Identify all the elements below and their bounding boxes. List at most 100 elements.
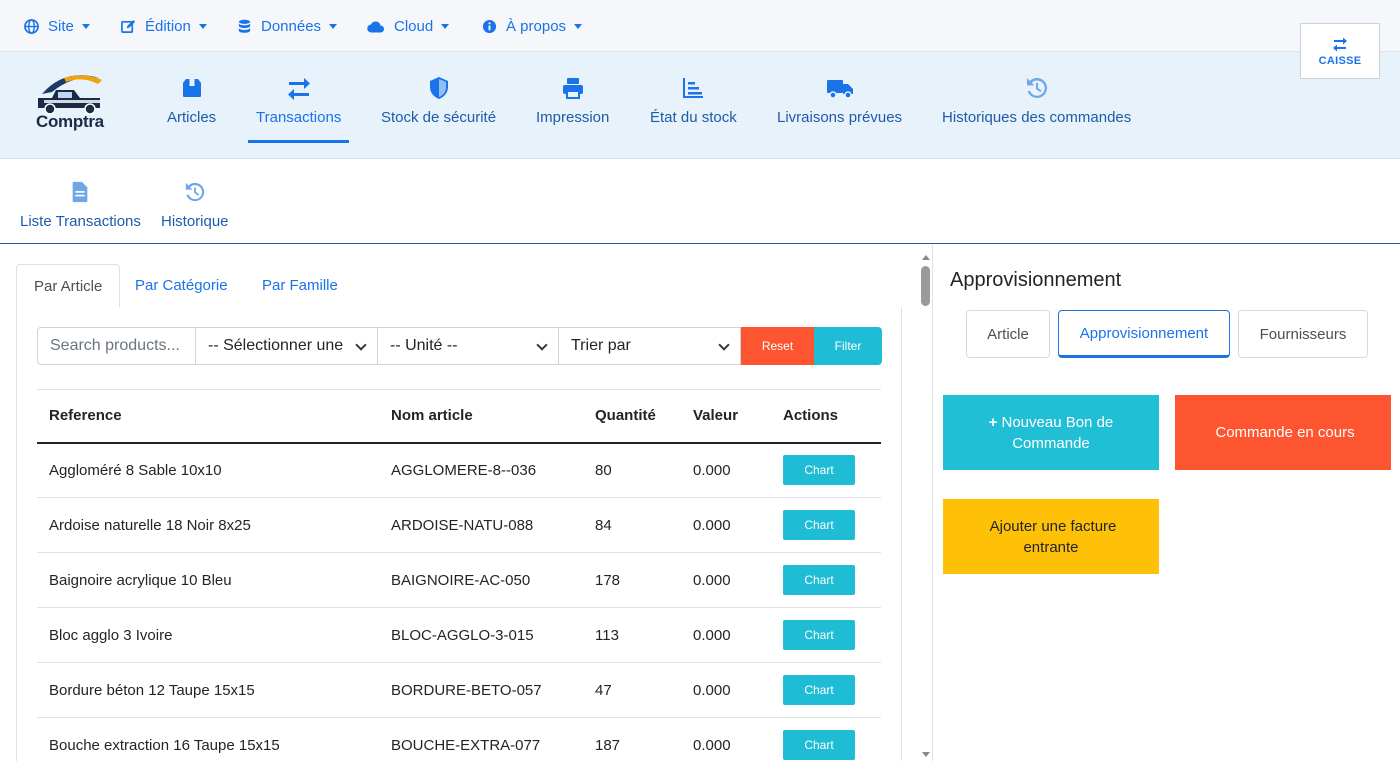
nav-articles-label: Articles bbox=[167, 109, 217, 126]
nav-transactions-label: Transactions bbox=[256, 109, 342, 126]
printer-icon bbox=[562, 78, 583, 99]
tab-par-categorie[interactable]: Par Catégorie bbox=[118, 264, 245, 308]
nav-stock-securite-label: Stock de sécurité bbox=[381, 109, 497, 126]
fournisseurs-button[interactable]: Fournisseurs bbox=[1238, 310, 1368, 358]
globe-icon bbox=[24, 18, 39, 34]
cell-nom-article: AGGLOMERE-8--036 bbox=[379, 442, 583, 498]
history-icon bbox=[1026, 77, 1047, 98]
tab-par-article[interactable]: Par Article bbox=[16, 264, 121, 308]
cell-quantite: 84 bbox=[583, 497, 681, 553]
menu-cloud-label: Cloud bbox=[394, 17, 434, 35]
category-select[interactable]: -- Sélectionner une bbox=[196, 327, 378, 365]
cell-actions: Chart bbox=[771, 717, 881, 761]
filter-bar: Search products... -- Sélectionner une -… bbox=[37, 327, 882, 365]
cell-reference: Ardoise naturelle 18 Noir 8x25 bbox=[37, 497, 379, 553]
cell-nom-article: BOUCHE-EXTRA-077 bbox=[379, 717, 583, 761]
cell-quantite: 80 bbox=[583, 442, 681, 498]
brand-name: Comptra bbox=[36, 112, 104, 131]
col-reference: Reference bbox=[37, 389, 379, 444]
chevron-down-icon bbox=[441, 23, 450, 29]
cell-valeur: 0.000 bbox=[681, 662, 771, 718]
nav-historiques-commandes[interactable]: Historiques des commandes bbox=[942, 76, 1131, 142]
menu-donnees-label: Données bbox=[261, 17, 322, 35]
cell-actions: Chart bbox=[771, 607, 881, 663]
commande-en-cours-label: Commande en cours bbox=[1215, 424, 1355, 441]
menu-site[interactable]: Site bbox=[24, 16, 90, 36]
menu-edition[interactable]: Édition bbox=[121, 16, 207, 36]
shield-icon bbox=[429, 77, 448, 99]
plus-icon: + bbox=[988, 413, 998, 431]
tab-content-card: Search products... -- Sélectionner une -… bbox=[16, 307, 902, 761]
menu-edition-label: Édition bbox=[145, 17, 191, 35]
transactions-panel: Par Article Par Catégorie Par Famille Se… bbox=[0, 245, 933, 761]
scrollbar[interactable] bbox=[919, 253, 932, 761]
history-icon bbox=[185, 182, 204, 202]
menu-apropos[interactable]: À propos bbox=[482, 16, 583, 36]
commande-en-cours-tile[interactable]: Commande en cours bbox=[1175, 395, 1391, 470]
sort-select[interactable]: Trier par bbox=[559, 327, 741, 365]
cell-nom-article: BLOC-AGGLO-3-015 bbox=[379, 607, 583, 663]
subnav-historique[interactable]: Historique bbox=[161, 181, 229, 230]
nav-etat-stock[interactable]: État du stock bbox=[650, 76, 737, 142]
ajouter-facture-tile[interactable]: Ajouter une facture entrante bbox=[943, 499, 1159, 574]
chevron-down-icon bbox=[329, 23, 338, 29]
exchange-icon bbox=[1333, 37, 1347, 51]
menu-cloud[interactable]: Cloud bbox=[367, 16, 450, 36]
nav-stock-securite[interactable]: Stock de sécurité bbox=[381, 76, 496, 142]
file-icon bbox=[73, 181, 88, 203]
approvisionnement-button[interactable]: Approvisionnement bbox=[1058, 310, 1230, 358]
cell-actions: Chart bbox=[771, 552, 881, 608]
chevron-down-icon bbox=[81, 23, 90, 29]
chart-button[interactable]: Chart bbox=[783, 565, 855, 595]
scroll-up-icon[interactable] bbox=[922, 255, 930, 260]
cell-quantite: 47 bbox=[583, 662, 681, 718]
cell-reference: Bloc agglo 3 Ivoire bbox=[37, 607, 379, 663]
cell-nom-article: BAIGNOIRE-AC-050 bbox=[379, 552, 583, 608]
nav-etat-stock-label: État du stock bbox=[650, 109, 737, 126]
nav-livraisons-label: Livraisons prévues bbox=[777, 109, 903, 126]
table-row: Bloc agglo 3 Ivoire BLOC-AGGLO-3-015 113 0.… bbox=[37, 607, 881, 663]
chevron-down-icon bbox=[574, 23, 583, 29]
subnav-liste-transactions[interactable]: Liste Transactions bbox=[20, 181, 141, 230]
menu-donnees[interactable]: Données bbox=[237, 16, 338, 36]
unit-select[interactable]: -- Unité -- bbox=[378, 327, 559, 365]
chart-button[interactable]: Chart bbox=[783, 510, 855, 540]
edit-icon bbox=[121, 19, 136, 33]
col-nom-article: Nom article bbox=[379, 389, 583, 444]
nav-articles[interactable]: Articles bbox=[167, 76, 216, 142]
cell-quantite: 187 bbox=[583, 717, 681, 761]
chart-button[interactable]: Chart bbox=[783, 455, 855, 486]
article-button[interactable]: Article bbox=[966, 310, 1050, 358]
cell-valeur: 0.000 bbox=[681, 607, 771, 663]
panel-title: Approvisionnement bbox=[950, 269, 1122, 291]
main-nav: Comptra Articles Transactions Stock de s… bbox=[0, 52, 1400, 159]
table-row: Baignoire acrylique 10 Bleu BAIGNOIRE-AC-… bbox=[37, 552, 881, 608]
table-row: Aggloméré 8 Sable 10x10 AGGLOMERE-8--036 8… bbox=[37, 442, 881, 498]
nav-impression[interactable]: Impression bbox=[536, 76, 609, 142]
chart-button[interactable]: Chart bbox=[783, 675, 855, 705]
nav-livraisons[interactable]: Livraisons prévues bbox=[777, 76, 902, 142]
cell-valeur: 0.000 bbox=[681, 552, 771, 608]
nav-historiques-commandes-label: Historiques des commandes bbox=[942, 109, 1132, 126]
caisse-button[interactable]: CAISSE bbox=[1300, 23, 1380, 79]
brand-logo[interactable]: Comptra bbox=[34, 72, 108, 134]
filter-button[interactable]: Filter bbox=[814, 327, 882, 365]
tab-par-famille[interactable]: Par Famille bbox=[245, 264, 355, 308]
nav-transactions[interactable]: Transactions bbox=[247, 76, 350, 143]
chart-button[interactable]: Chart bbox=[783, 730, 855, 760]
top-menu-bar: Site Édition Données Cloud À propos bbox=[0, 0, 1400, 52]
nouveau-bon-commande-tile[interactable]: + Nouveau Bon de Commande bbox=[943, 395, 1159, 470]
cloud-icon bbox=[367, 20, 384, 33]
cell-actions: Chart bbox=[771, 662, 881, 718]
scrollbar-thumb[interactable] bbox=[921, 266, 930, 306]
cell-valeur: 0.000 bbox=[681, 717, 771, 761]
nouveau-bon-commande-label: Nouveau Bon de Commande bbox=[1001, 413, 1114, 452]
scroll-down-icon[interactable] bbox=[922, 752, 930, 757]
cell-reference: Bouche extraction 16 Taupe 15x15 bbox=[37, 717, 379, 761]
chart-button[interactable]: Chart bbox=[783, 620, 855, 650]
subnav-liste-transactions-label: Liste Transactions bbox=[20, 213, 141, 230]
cell-valeur: 0.000 bbox=[681, 497, 771, 553]
products-table: Reference Nom article Quantité Valeur Ac… bbox=[37, 389, 881, 761]
reset-button[interactable]: Reset bbox=[741, 327, 814, 365]
search-input[interactable]: Search products... bbox=[37, 327, 196, 365]
